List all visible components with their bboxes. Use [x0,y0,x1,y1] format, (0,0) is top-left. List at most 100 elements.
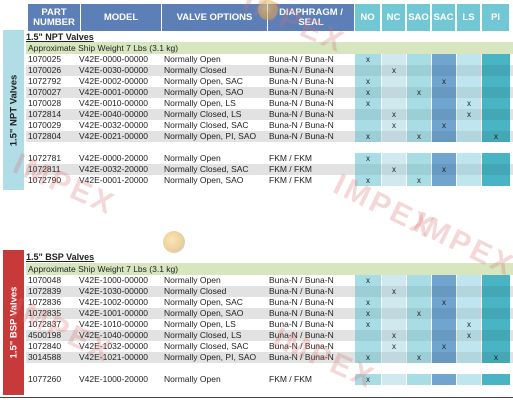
bsp-title: 1.5" BSP Valves [26,252,95,262]
flag-cell [482,297,510,308]
header-model: MODEL [81,4,161,31]
flag-cell [407,164,431,175]
flag-cell: x [457,330,481,341]
table-row: x 1072781 V42E-0000-20000 Normally Open FKM … [26,153,513,164]
flag-cell: x [382,164,406,175]
flag-cell: x [482,131,510,142]
flag-cell [355,109,381,120]
diaphragm-cell: FKM / FKM [269,153,312,163]
header-flag-sac: SAC [432,4,455,31]
flag-cell: x [407,87,431,98]
flag-cell [457,275,481,286]
flag-cell [457,76,481,87]
watermark-globe-icon [163,231,185,253]
diaphragm-cell: Buna-N / Buna-N [269,330,334,340]
flag-cell [407,153,431,164]
flag-cell [432,286,456,297]
flag-cell [457,164,481,175]
diaphragm-cell: Buna-N / Buna-N [269,87,334,97]
flag-cell [482,374,510,385]
model-cell: V42E-0001-20000 [79,175,149,185]
part-number-cell: 1072811 [28,164,61,174]
flag-cell [482,275,510,286]
flag-cell: x [355,76,381,87]
flag-cell [432,275,456,286]
flag-cell: x [432,76,456,87]
flag-cell: x [382,109,406,120]
flag-cell: x [432,341,456,352]
flag-cell [407,374,431,385]
flag-cell [382,374,406,385]
flag-cell: x [355,297,381,308]
flag-cell: x [355,319,381,330]
flag-cell: x [355,131,381,142]
bsp-side-label: 1.5" BSP Valves [3,250,24,395]
diaphragm-cell: FKM / FKM [269,374,312,384]
flag-cell [432,330,456,341]
flag-cell [457,341,481,352]
flag-cell [482,98,510,109]
table-row: x 1070048 V42E-1000-00000 Normally Open Buna… [26,275,513,286]
flag-cell [457,374,481,385]
part-number-cell: 1070027 [28,87,62,97]
flag-cell [432,352,456,363]
flag-cell [382,153,406,164]
flag-cell: x [355,374,381,385]
table-row: x 1072839 V42E-1030-00000 Normally Closed Bu… [26,286,513,297]
part-number-cell: 1072804 [28,131,62,141]
flag-cell [407,275,431,286]
flag-cell: x [382,120,406,131]
part-number-cell: 1072837 [28,319,62,329]
flag-cell: x [355,98,381,109]
model-cell: V42E-0021-00000 [79,131,149,141]
diaphragm-cell: Buna-N / Buna-N [269,54,334,64]
header-flag-nc: NC [382,4,405,31]
flag-cell: x [382,65,406,76]
model-cell: V42E-0002-00000 [79,76,149,86]
flag-cell [407,297,431,308]
flag-cell [382,98,406,109]
part-number-cell: 1070025 [28,54,62,64]
flag-cell [482,65,510,76]
diaphragm-cell: Buna-N / Buna-N [269,275,334,285]
flag-cell [457,286,481,297]
table-row: x x 1072840 V42E-1032-00000 Normally Closed,… [26,341,513,352]
header-flag-sao: SAO [407,4,430,31]
part-number-cell: 1070026 [28,65,62,75]
flag-cell [382,297,406,308]
model-cell: V42E-0010-00000 [79,98,149,108]
flag-cell: x [407,175,431,186]
header-flag-pi: PI [482,4,509,31]
flag-cell: x [407,131,431,142]
flag-cell [407,76,431,87]
flag-cell [432,109,456,120]
flag-cell [482,153,510,164]
flag-cell [407,341,431,352]
flag-cell [457,175,481,186]
model-cell: V42E-1000-00000 [79,275,149,285]
model-cell: V42E-1032-00000 [79,341,149,351]
flag-cell [457,153,481,164]
flag-cell [457,131,481,142]
flag-cell [457,352,481,363]
flag-cell [355,286,381,297]
model-cell: V42E-1001-00000 [79,308,149,318]
flag-cell [457,87,481,98]
table-row: x x 1072792 V42E-0002-00000 Normally Open, S… [26,76,513,87]
model-cell: V42E-1040-00000 [79,330,149,340]
diaphragm-cell: Buna-N / Buna-N [269,319,334,329]
diaphragm-cell: Buna-N / Buna-N [269,131,334,141]
model-cell: V42E-0000-00000 [79,54,149,64]
flag-cell: x [407,352,431,363]
table-row: x x 1070028 V42E-0010-00000 Normally Open, L… [26,98,513,109]
flag-cell [382,352,406,363]
flag-cell [432,308,456,319]
flag-cell: x [457,109,481,120]
flag-cell [482,164,510,175]
model-cell: V42E-0030-00000 [79,65,149,75]
table-row: x 1070025 V42E-0000-00000 Normally Open Buna… [26,54,513,65]
diaphragm-cell: Buna-N / Buna-N [269,286,334,296]
diaphragm-cell: FKM / FKM [269,164,312,174]
flag-cell [457,54,481,65]
diaphragm-cell: Buna-N / Buna-N [269,297,334,307]
